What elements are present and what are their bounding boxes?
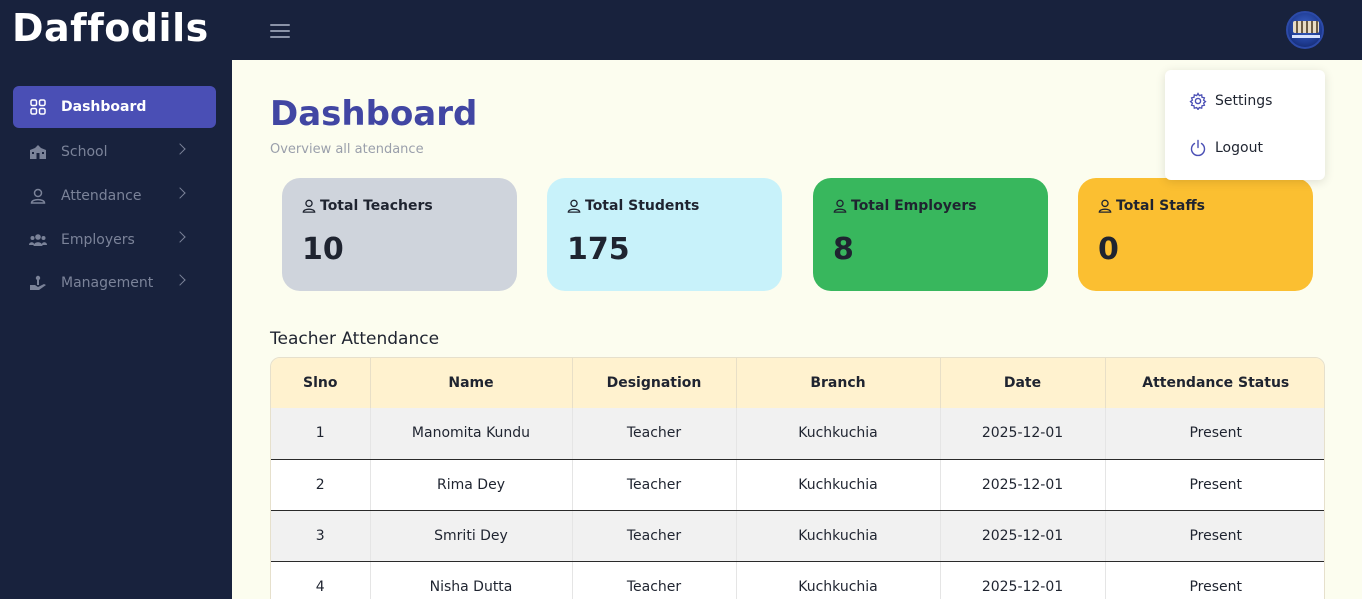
column-header: Name (370, 358, 573, 408)
chevron-right-icon (174, 274, 186, 286)
gear-icon (1189, 92, 1207, 110)
sidebar: Dashboard School Attendance Employers Ma… (0, 60, 232, 599)
user-icon (833, 199, 847, 213)
user-icon (302, 199, 316, 213)
menu-item-label: Settings (1215, 93, 1273, 109)
page-title: Dashboard (270, 94, 478, 134)
users-icon (29, 231, 47, 249)
stat-card-employers: Total Employers 8 (813, 178, 1048, 291)
hand-icon (29, 274, 47, 292)
table-cell: Kuchkuchia (736, 459, 941, 511)
user-icon (567, 199, 581, 213)
column-header: Attendance Status (1105, 358, 1324, 408)
chevron-right-icon (174, 231, 186, 243)
section-title: Teacher Attendance (270, 329, 440, 349)
menu-toggle-icon[interactable] (270, 24, 290, 38)
sidebar-item-management[interactable]: Management (13, 262, 216, 304)
user-icon (29, 187, 47, 205)
table-row: 1 Manomita Kundu Teacher Kuchkuchia 2025… (271, 408, 1324, 460)
app-logo[interactable]: Daffodils (12, 6, 209, 50)
table-cell: 2025-12-01 (940, 561, 1106, 599)
table-cell: Teacher (572, 561, 737, 599)
table-cell: 2025-12-01 (940, 408, 1106, 460)
column-header: Branch (736, 358, 941, 408)
stat-value: 0 (1098, 232, 1119, 267)
table-cell: Teacher (572, 510, 737, 562)
table-cell: Manomita Kundu (370, 408, 573, 460)
table-cell: 3 (271, 510, 371, 562)
stat-value: 10 (302, 232, 344, 267)
sidebar-item-school[interactable]: School (13, 131, 216, 173)
top-bar: Daffodils (0, 0, 1362, 60)
attendance-table: Slno Name Designation Branch Date Attend… (270, 357, 1325, 599)
stat-value: 175 (567, 232, 630, 267)
menu-item-logout[interactable]: Logout (1189, 139, 1263, 157)
table-cell: Kuchkuchia (736, 408, 941, 460)
grid-icon (29, 98, 47, 116)
table-cell: Kuchkuchia (736, 561, 941, 599)
table-cell: 2025-12-01 (940, 459, 1106, 511)
user-icon (1098, 199, 1112, 213)
column-header: Slno (271, 358, 371, 408)
page-subtitle: Overview all atendance (270, 142, 424, 157)
table-cell: Nisha Dutta (370, 561, 573, 599)
column-header: Designation (572, 358, 737, 408)
column-header: Date (940, 358, 1106, 408)
school-icon (29, 143, 47, 161)
menu-item-label: Logout (1215, 140, 1263, 156)
table-cell: Teacher (572, 459, 737, 511)
user-avatar[interactable] (1286, 11, 1324, 49)
table-cell: Kuchkuchia (736, 510, 941, 562)
table-cell: Present (1105, 459, 1324, 511)
chevron-right-icon (174, 187, 186, 199)
sidebar-item-attendance[interactable]: Attendance (13, 175, 216, 217)
table-cell: 1 (271, 408, 371, 460)
table-cell: 2025-12-01 (940, 510, 1106, 562)
stat-card-students: Total Students 175 (547, 178, 782, 291)
table-row: 3 Smriti Dey Teacher Kuchkuchia 2025-12-… (271, 510, 1324, 562)
stat-label: Total Staffs (1116, 198, 1206, 214)
power-icon (1190, 139, 1206, 157)
table-cell: Present (1105, 408, 1324, 460)
sidebar-item-label: Employers (61, 232, 135, 248)
sidebar-item-label: School (61, 144, 108, 160)
sidebar-item-label: Dashboard (61, 99, 147, 115)
menu-item-settings[interactable]: Settings (1189, 92, 1272, 110)
stat-label: Total Students (585, 198, 700, 214)
table-row: 2 Rima Dey Teacher Kuchkuchia 2025-12-01… (271, 459, 1324, 511)
table-cell: Smriti Dey (370, 510, 573, 562)
table-cell: Rima Dey (370, 459, 573, 511)
sidebar-item-employers[interactable]: Employers (13, 219, 216, 261)
sidebar-item-dashboard[interactable]: Dashboard (13, 86, 216, 128)
stat-label: Total Teachers (320, 198, 433, 214)
user-dropdown-menu: Settings Logout (1165, 70, 1325, 180)
table-cell: 4 (271, 561, 371, 599)
stat-label: Total Employers (851, 198, 977, 214)
chevron-right-icon (174, 143, 186, 155)
sidebar-item-label: Attendance (61, 188, 142, 204)
table-cell: Present (1105, 510, 1324, 562)
sidebar-item-label: Management (61, 275, 154, 291)
table-cell: Present (1105, 561, 1324, 599)
stat-card-staffs: Total Staffs 0 (1078, 178, 1313, 291)
stat-value: 8 (833, 232, 854, 267)
table-cell: Teacher (572, 408, 737, 460)
table-row: 4 Nisha Dutta Teacher Kuchkuchia 2025-12… (271, 561, 1324, 599)
stat-card-teachers: Total Teachers 10 (282, 178, 517, 291)
table-cell: 2 (271, 459, 371, 511)
table-header-row: Slno Name Designation Branch Date Attend… (271, 358, 1324, 408)
